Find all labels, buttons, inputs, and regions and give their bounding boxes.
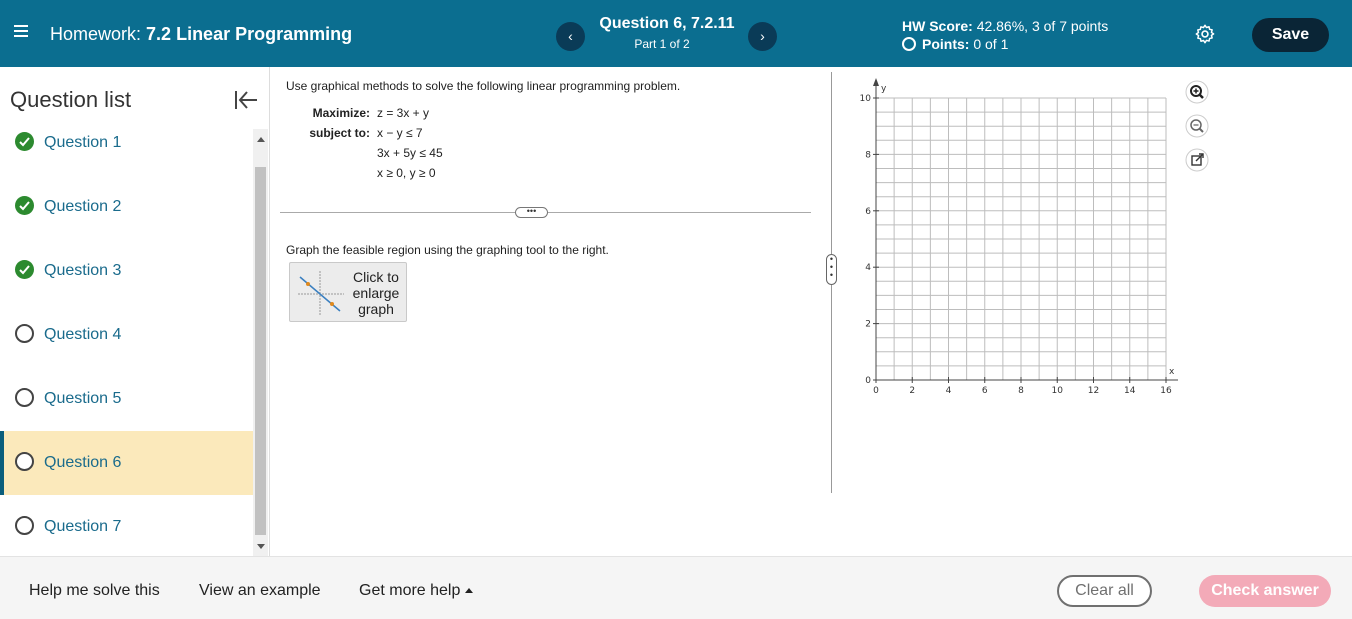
y-axis-label: y bbox=[881, 84, 887, 94]
homework-prefix: Homework: bbox=[50, 24, 142, 44]
hw-score: HW Score: 42.86%, 3 of 7 points bbox=[902, 18, 1108, 34]
zoom-in-icon[interactable] bbox=[1185, 80, 1209, 104]
get-more-help-link[interactable]: Get more help bbox=[359, 582, 474, 600]
problem-intro: Use graphical methods to solve the follo… bbox=[286, 79, 681, 93]
question-list-label: Question 5 bbox=[44, 390, 122, 407]
graph-thumbnail-icon bbox=[298, 271, 344, 315]
x-tick-label: 0 bbox=[873, 386, 879, 396]
question-list-item-2[interactable]: Question 2 bbox=[0, 175, 253, 239]
external-link-icon[interactable] bbox=[1185, 148, 1209, 172]
constraint-3: x ≥ 0, y ≥ 0 bbox=[377, 166, 436, 180]
homework-name: 7.2 Linear Programming bbox=[146, 24, 353, 44]
collapse-sidebar-icon[interactable] bbox=[234, 89, 258, 111]
question-list-title: Question list bbox=[10, 87, 132, 112]
scroll-down-arrow-icon[interactable] bbox=[257, 544, 265, 549]
points-value: 0 of 1 bbox=[973, 36, 1009, 52]
grid-lines bbox=[875, 97, 1167, 381]
caret-up-icon bbox=[465, 588, 474, 593]
x-tick-label: 8 bbox=[1018, 386, 1024, 396]
points-status-icon bbox=[902, 37, 916, 51]
constraint-2: 3x + 5y ≤ 45 bbox=[377, 146, 443, 160]
save-button[interactable]: Save bbox=[1252, 18, 1329, 52]
question-list-item-4[interactable]: Question 4 bbox=[0, 303, 253, 367]
enlarge-graph-button[interactable]: Click to enlarge graph bbox=[289, 262, 407, 322]
question-list-label: Question 6 bbox=[44, 454, 122, 471]
objective-function: z = 3x + y bbox=[377, 106, 430, 120]
hw-score-value: 42.86%, 3 of 7 points bbox=[976, 18, 1109, 34]
subject-to-label: subject to: bbox=[309, 126, 370, 140]
scroll-up-arrow-icon[interactable] bbox=[257, 137, 265, 142]
sidebar-scrollbar-thumb[interactable] bbox=[255, 167, 266, 535]
y-tick-label: 2 bbox=[865, 320, 871, 330]
check-answer-button: Check answer bbox=[1199, 575, 1331, 607]
y-tick-label: 8 bbox=[865, 150, 871, 160]
homework-title: Homework: 7.2 Linear Programming bbox=[50, 24, 352, 45]
x-tick-label: 2 bbox=[909, 386, 915, 396]
points-label: Points: bbox=[922, 36, 970, 52]
next-question-button[interactable]: › bbox=[748, 22, 777, 51]
graphing-grid[interactable]: 0 2 4 6 8 10 12 14 16 0 2 4 6 8 10 x y bbox=[848, 72, 1178, 402]
get-more-help-label: Get more help bbox=[359, 582, 461, 599]
question-list-item-6[interactable]: Question 6 bbox=[0, 431, 253, 495]
x-tick-label: 14 bbox=[1124, 386, 1136, 396]
question-list-label: Question 3 bbox=[44, 262, 122, 279]
top-header: Homework: 7.2 Linear Programming ‹ Quest… bbox=[0, 0, 1352, 67]
maximize-label: Maximize: bbox=[312, 106, 370, 120]
points: Points: 0 of 1 bbox=[902, 36, 1008, 52]
instruction-text: Graph the feasible region using the grap… bbox=[286, 243, 609, 257]
check-circle-icon bbox=[15, 196, 34, 215]
empty-circle-icon bbox=[15, 324, 34, 343]
question-list-label: Question 4 bbox=[44, 326, 122, 343]
question-title: Question 6, 7.2.11 bbox=[599, 15, 735, 32]
question-list-label: Question 7 bbox=[44, 518, 122, 535]
enlarge-graph-label: Click to enlarge graph bbox=[352, 269, 400, 317]
view-example-link[interactable]: View an example bbox=[199, 582, 321, 600]
question-list-item-5[interactable]: Question 5 bbox=[0, 367, 253, 431]
empty-circle-icon bbox=[15, 452, 34, 471]
check-circle-icon bbox=[15, 260, 34, 279]
question-list-item-3[interactable]: Question 3 bbox=[0, 239, 253, 303]
y-tick-label: 4 bbox=[865, 263, 871, 273]
previous-question-button[interactable]: ‹ bbox=[556, 22, 585, 51]
x-tick-label: 12 bbox=[1088, 386, 1099, 396]
question-list-panel: Question list Question 1 Question 2 Ques… bbox=[0, 67, 270, 559]
empty-circle-icon bbox=[15, 516, 34, 535]
check-circle-icon bbox=[15, 132, 34, 151]
x-axis-label: x bbox=[1169, 367, 1175, 377]
x-tick-label: 4 bbox=[946, 386, 952, 396]
x-tick-label: 16 bbox=[1160, 386, 1172, 396]
y-tick-label: 6 bbox=[865, 207, 871, 217]
y-tick-label: 10 bbox=[860, 94, 872, 104]
hamburger-menu-icon[interactable] bbox=[14, 25, 28, 39]
empty-circle-icon bbox=[15, 388, 34, 407]
clear-all-button[interactable]: Clear all bbox=[1057, 575, 1152, 607]
splitter-handle[interactable]: • • • bbox=[826, 254, 837, 285]
question-list-item-7[interactable]: Question 7 bbox=[0, 495, 253, 559]
x-tick-label: 6 bbox=[982, 386, 988, 396]
question-list-label: Question 2 bbox=[44, 198, 122, 215]
y-tick-label: 0 bbox=[865, 376, 871, 386]
x-tick-label: 10 bbox=[1052, 386, 1064, 396]
question-part: Part 1 of 2 bbox=[634, 37, 690, 51]
hw-score-label: HW Score: bbox=[902, 18, 973, 34]
help-me-solve-link[interactable]: Help me solve this bbox=[29, 582, 160, 600]
settings-gear-icon[interactable] bbox=[1194, 23, 1216, 45]
more-options-button[interactable]: ••• bbox=[515, 207, 548, 218]
question-list-item-1[interactable]: Question 1 bbox=[0, 111, 253, 175]
question-list-label: Question 1 bbox=[44, 134, 122, 151]
footer-bar: Help me solve this View an example Get m… bbox=[0, 556, 1352, 619]
constraint-1: x − y ≤ 7 bbox=[377, 126, 423, 140]
zoom-out-icon[interactable] bbox=[1185, 114, 1209, 138]
y-axis-arrow bbox=[873, 78, 879, 86]
